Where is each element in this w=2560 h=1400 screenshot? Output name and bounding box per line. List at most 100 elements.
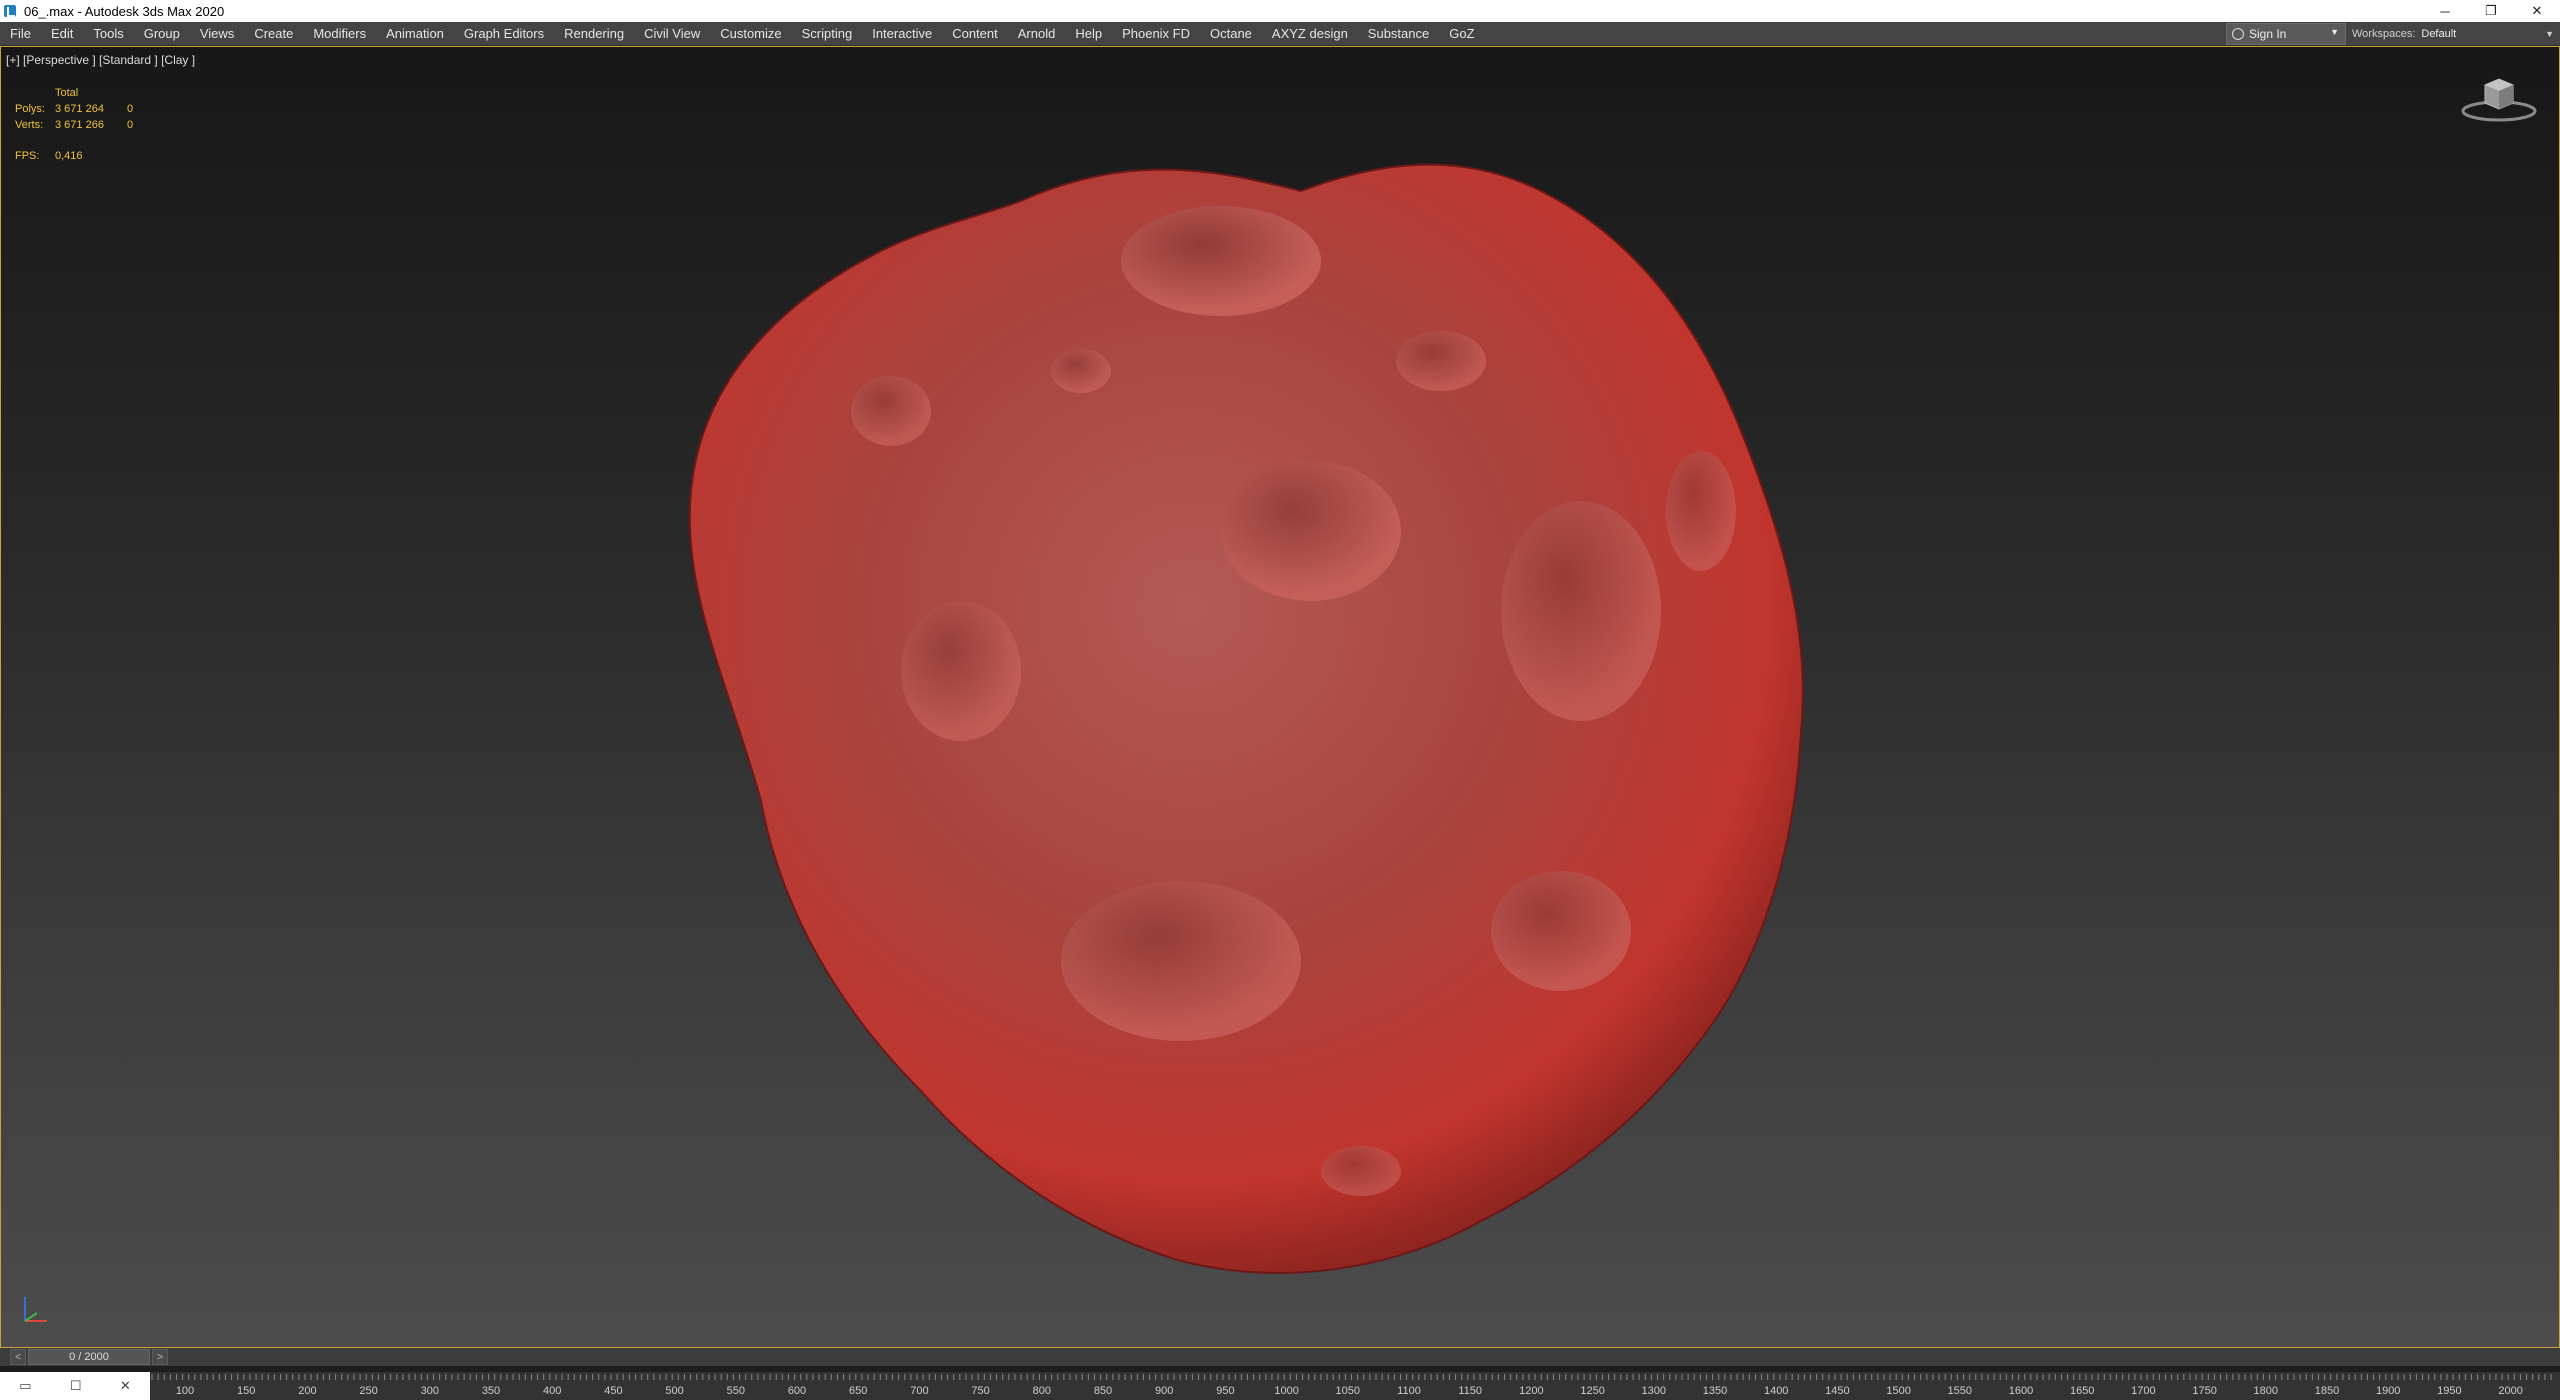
ruler-label: 2000 [2498,1385,2522,1397]
asteroid-mesh[interactable] [661,111,1841,1301]
ruler-label: 1450 [1825,1385,1849,1397]
close-button[interactable]: ✕ [2514,0,2560,22]
ruler-label: 100 [176,1385,194,1397]
menu-phoenix-fd[interactable]: Phoenix FD [1112,26,1200,41]
menu-substance[interactable]: Substance [1358,26,1439,41]
ruler-label: 300 [421,1385,439,1397]
time-slider: < 0 / 2000 > [0,1348,2560,1366]
ruler-label: 400 [543,1385,561,1397]
verts-label: Verts: [15,119,44,131]
viewport-statistics: Total Polys: 3 671 264 0 Verts: 3 671 26… [15,85,133,164]
ruler-label: 1700 [2131,1385,2155,1397]
ruler-label: 1200 [1519,1385,1543,1397]
ruler-label: 850 [1094,1385,1112,1397]
ruler-label: 1900 [2376,1385,2400,1397]
ruler-label: 1000 [1274,1385,1298,1397]
ruler-label: 600 [788,1385,806,1397]
restore-button[interactable]: ❐ [2468,0,2514,22]
menu-modifiers[interactable]: Modifiers [303,26,376,41]
verts-total: 3 671 266 [55,119,104,131]
viewport-label[interactable]: [+] [Perspective ] [Standard ] [Clay ] [6,53,195,67]
menu-edit[interactable]: Edit [41,26,83,41]
axis-tripod-icon [24,1297,47,1322]
menu-octane[interactable]: Octane [1200,26,1262,41]
ruler-label: 200 [298,1385,316,1397]
ruler-label: 1400 [1764,1385,1788,1397]
menu-bar: File Edit Tools Group Views Create Modif… [0,22,2560,46]
ruler-label: 1350 [1703,1385,1727,1397]
workspaces-selector[interactable]: Workspaces: Default ▼ [2352,23,2560,44]
chevron-down-icon: ▼ [2545,28,2554,39]
ruler-label: 1600 [2009,1385,2033,1397]
menu-customize[interactable]: Customize [710,26,791,41]
menu-goz[interactable]: GoZ [1439,26,1484,41]
chevron-down-icon: ▼ [2330,27,2339,37]
ruler-label: 1950 [2437,1385,2461,1397]
minimize-button[interactable]: ─ [2422,0,2468,22]
ruler-label: 900 [1155,1385,1173,1397]
menu-views[interactable]: Views [190,26,244,41]
menu-arnold[interactable]: Arnold [1008,26,1066,41]
stats-header: Total [55,87,79,99]
perspective-viewport[interactable]: [+] [Perspective ] [Standard ] [Clay ] T… [0,46,2560,1348]
menu-rendering[interactable]: Rendering [554,26,634,41]
viewcube-icon[interactable] [2459,67,2539,127]
menu-help[interactable]: Help [1065,26,1112,41]
polys-total: 3 671 264 [55,103,104,115]
ruler-label: 1650 [2070,1385,2094,1397]
menu-scripting[interactable]: Scripting [792,26,863,41]
workspace-value: Default [2421,27,2457,40]
maximize-icon[interactable]: ☐ [70,1378,82,1394]
curve-editor-icon[interactable]: ▭ [19,1378,31,1394]
mini-curve-editor-controls: ▭ ☐ ✕ [0,1372,150,1400]
ruler-label: 550 [727,1385,745,1397]
menu-civil-view[interactable]: Civil View [634,26,710,41]
ruler-label: 500 [665,1385,683,1397]
workspaces-label: Workspaces: [2352,27,2416,40]
ruler-label: 1550 [1948,1385,1972,1397]
menu-animation[interactable]: Animation [376,26,454,41]
ruler-label: 1750 [2192,1385,2216,1397]
ruler-label: 1100 [1397,1385,1421,1397]
verts-selected: 0 [127,119,134,131]
frame-ruler[interactable]: 100 150 200 250 300 350 400 450 500 550 600 650 700 7… [150,1372,2560,1400]
window-title: 06_.max - Autodesk 3ds Max 2020 [24,3,225,19]
polys-label: Polys: [15,103,45,115]
fps-value: 0,416 [55,150,83,162]
sign-in-dropdown[interactable]: Sign In ▼ [2226,23,2346,45]
ruler-label: 800 [1033,1385,1051,1397]
ruler-label: 650 [849,1385,867,1397]
next-frame-button[interactable]: > [152,1349,168,1365]
ruler-label: 1300 [1642,1385,1666,1397]
menu-interactive[interactable]: Interactive [862,26,942,41]
menu-tools[interactable]: Tools [83,26,133,41]
title-bar: 06_.max - Autodesk 3ds Max 2020 ─ ❐ ✕ [0,0,2560,22]
menu-create[interactable]: Create [244,26,303,41]
ruler-label: 1150 [1458,1385,1482,1397]
close-icon[interactable]: ✕ [120,1378,131,1394]
menu-graph-editors[interactable]: Graph Editors [454,26,554,41]
polys-selected: 0 [127,103,134,115]
fps-label: FPS: [15,150,40,162]
ruler-label: 350 [482,1385,500,1397]
menu-group[interactable]: Group [134,26,190,41]
ruler-label: 1850 [2315,1385,2339,1397]
ruler-label: 750 [971,1385,989,1397]
menu-content[interactable]: Content [942,26,1008,41]
menu-file[interactable]: File [0,26,41,41]
ruler-label: 1250 [1580,1385,1604,1397]
ruler-label: 250 [359,1385,377,1397]
window-controls: ─ ❐ ✕ [2422,0,2560,22]
ruler-label: 450 [604,1385,622,1397]
ruler-label: 700 [910,1385,928,1397]
track-bar[interactable]: ▭ ☐ ✕ 100 150 200 250 300 350 400 450 500 550 600 6… [0,1372,2560,1400]
time-slider-thumb[interactable]: 0 / 2000 [28,1349,150,1365]
3dsmax-app-icon[interactable] [4,5,16,17]
menu-axyz-design[interactable]: AXYZ design [1262,26,1358,41]
ruler-label: 1050 [1336,1385,1360,1397]
ruler-label: 1500 [1886,1385,1910,1397]
ruler-label: 950 [1216,1385,1234,1397]
user-icon [2232,28,2244,40]
ruler-label: 1800 [2254,1385,2278,1397]
previous-frame-button[interactable]: < [10,1349,26,1365]
